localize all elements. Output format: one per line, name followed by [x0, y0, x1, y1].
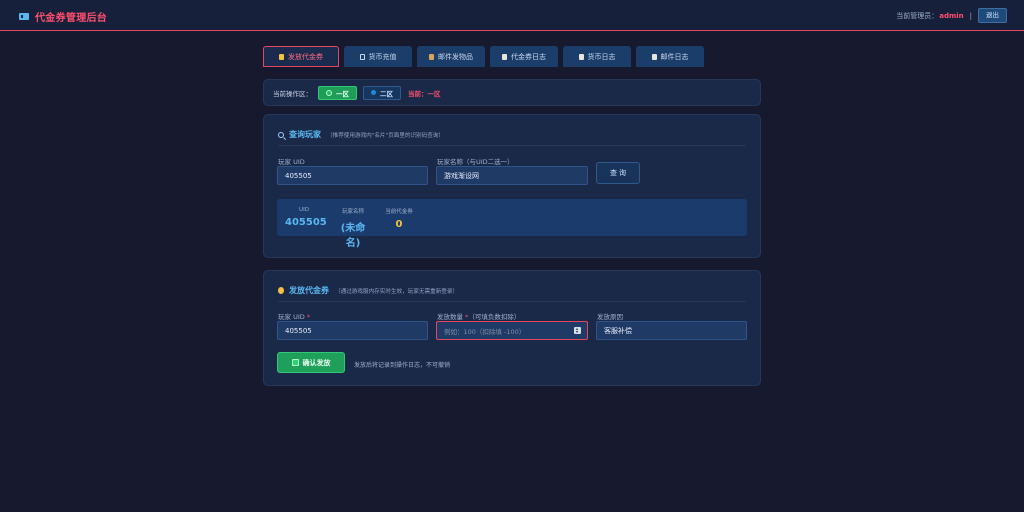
issue-uid-input[interactable]: 405505 [277, 321, 428, 340]
clipboard-icon [651, 53, 657, 60]
issue-note: （通过游戏服内存实时生效，玩家无需重新登录） [335, 288, 459, 295]
amount-placeholder: 例如：100（扣除填 -100） [444, 327, 526, 336]
search-icon [278, 131, 284, 138]
query-button[interactable]: 查 询 [596, 162, 640, 184]
package-icon [429, 53, 434, 60]
amount-label: 发放数量 *（可填负数扣除） [437, 313, 521, 321]
issue-section-title: 发放代金券 （通过游戏服内存实时生效，玩家无需重新登录） [278, 285, 458, 296]
tab-mail-log[interactable]: 邮件日志 [636, 46, 704, 67]
confirm-note: 发放后将记录到操作日志，不可撤销 [354, 362, 451, 369]
app-title: 代金券管理后台 [35, 12, 108, 24]
top-header: 代金券管理后台 当前管理员： admin | 退出 [0, 0, 1024, 31]
tab-currency-recharge[interactable]: 货币充值 [344, 46, 412, 67]
reason-label: 发放原因 [597, 313, 623, 321]
money-bag-icon [279, 53, 284, 60]
logout-button[interactable]: 退出 [978, 8, 1007, 23]
tab-bar: 发放代金券 货币充值 邮件发物品 代金券日志 货币日志 邮件日志 [263, 46, 709, 67]
query-name-input[interactable]: 游戏渐设网 [436, 166, 588, 185]
money-bag-icon [278, 287, 284, 294]
issue-uid-label: 玩家 UID * [278, 313, 311, 321]
zone-selector: 当前操作区： 一区 二区 当前：一区 [263, 79, 761, 106]
number-stepper-icon[interactable] [574, 327, 581, 334]
ticket-icon [19, 12, 29, 20]
clipboard-icon [578, 53, 584, 60]
phone-icon [359, 53, 365, 60]
divider [278, 301, 746, 302]
tab-issue-coupon[interactable]: 发放代金券 [263, 46, 339, 67]
result-coupon: 当前代金券 0 [385, 209, 413, 230]
player-query-card: 查询玩家 （推荐使用游戏内"名片"页面里的识别码查询） 玩家 UID 40550… [263, 114, 761, 258]
dot-icon [371, 90, 376, 95]
player-name-label: 玩家名称（与UID二选一） [437, 158, 514, 166]
uid-label: 玩家 UID [278, 158, 305, 166]
admin-name: admin [939, 11, 964, 20]
player-result-panel: UID 405505 玩家名称 (未命名) 当前代金券 0 [277, 199, 747, 249]
query-uid-input[interactable]: 405505 [277, 166, 428, 185]
admin-label: 当前管理员： [896, 11, 939, 20]
zone-label: 当前操作区： [273, 89, 312, 98]
issue-coupon-card: 发放代金券 （通过游戏服内存实时生效，玩家无需重新登录） 玩家 UID * 40… [263, 270, 761, 386]
confirm-issue-button[interactable]: 确认发放 [277, 352, 345, 373]
result-uid: UID 405505 [285, 207, 327, 228]
check-icon [291, 359, 299, 366]
circle-icon [326, 89, 332, 96]
query-note: （推荐使用游戏内"名片"页面里的识别码查询） [327, 132, 445, 139]
tab-coupon-log[interactable]: 代金券日志 [490, 46, 558, 67]
result-player-name: 玩家名称 (未命名) [340, 209, 366, 249]
reason-input[interactable]: 客服补偿 [596, 321, 747, 340]
tab-currency-log[interactable]: 货币日志 [563, 46, 631, 67]
current-zone: 当前：一区 [408, 89, 441, 98]
zone-1-button[interactable]: 一区 [318, 85, 357, 100]
brand: 代金券管理后台 [19, 9, 108, 24]
tab-mail-items[interactable]: 邮件发物品 [417, 46, 485, 67]
amount-input[interactable]: 例如：100（扣除填 -100） [436, 321, 588, 340]
header-separator: | [969, 11, 972, 20]
clipboard-icon [502, 53, 507, 60]
zone-2-button[interactable]: 二区 [363, 85, 401, 100]
divider [278, 145, 746, 146]
admin-bar: 当前管理员： admin | 退出 [896, 8, 1007, 23]
query-section-title: 查询玩家 （推荐使用游戏内"名片"页面里的识别码查询） [278, 129, 444, 140]
